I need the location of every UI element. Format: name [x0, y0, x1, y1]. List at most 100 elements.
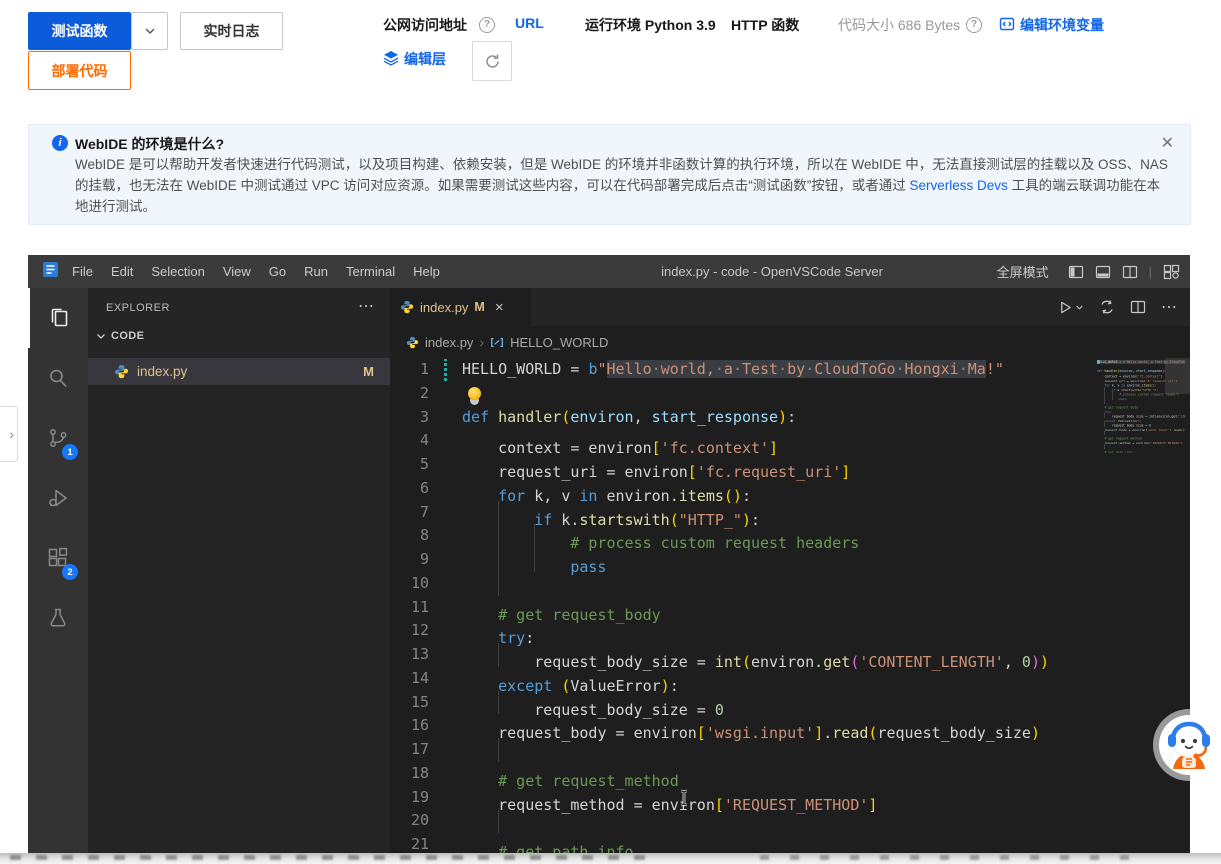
menu-go[interactable]: Go — [260, 255, 295, 288]
line-number: 8 — [390, 524, 462, 548]
clipped-bottom-strip — [0, 853, 1221, 864]
workspace-section[interactable]: CODE — [94, 329, 144, 343]
extensions-badge: 2 — [62, 564, 78, 580]
menu-run[interactable]: Run — [295, 255, 337, 288]
split-editor-icon[interactable] — [1130, 299, 1146, 315]
refresh-button[interactable] — [472, 41, 512, 81]
run-python-button[interactable] — [1058, 300, 1084, 315]
line-number: 20 — [390, 809, 462, 833]
code-size-help-icon[interactable]: ? — [966, 17, 982, 33]
test-function-button[interactable]: 测试函数 — [28, 12, 131, 50]
runtime-label: 运行环境 Python 3.9 — [585, 15, 716, 35]
menu-edit[interactable]: Edit — [102, 255, 142, 288]
menu-view[interactable]: View — [214, 255, 260, 288]
support-mascot[interactable] — [1151, 707, 1221, 783]
tab-close-icon[interactable]: × — [495, 299, 504, 316]
explorer-more-actions[interactable]: ⋯ — [358, 296, 374, 316]
explorer-activity-button[interactable] — [28, 288, 88, 348]
menu-selection[interactable]: Selection — [142, 255, 213, 288]
drawer-expand-button[interactable]: › — [0, 406, 18, 462]
breadcrumb-symbol[interactable]: HELLO_WORLD — [510, 335, 608, 350]
open-changes-icon[interactable] — [1099, 299, 1115, 315]
minimap-line: # get path info — [1097, 449, 1185, 453]
extensions-activity-button[interactable]: 2 — [28, 528, 88, 588]
webide-window: FileEditSelectionViewGoRunTerminalHelp i… — [28, 255, 1190, 864]
file-item-indexpy[interactable]: index.py M — [88, 358, 390, 385]
editor-more-actions[interactable]: ⋯ — [1161, 297, 1178, 317]
code-line[interactable]: 14except (ValueError): — [390, 667, 1190, 691]
fullscreen-mode-button[interactable]: 全屏模式 — [997, 262, 1049, 281]
code-line[interactable]: 13request_body_size = int(environ.get('C… — [390, 643, 1190, 667]
line-number: 4 — [390, 429, 462, 453]
files-icon — [47, 306, 71, 330]
code-line[interactable]: 17 — [390, 738, 1190, 762]
menu-terminal[interactable]: Terminal — [337, 255, 404, 288]
code-line[interactable]: 9pass — [390, 548, 1190, 572]
minimap[interactable]: HELLO_WORLD = b"Hello world, a Test by C… — [1097, 360, 1185, 620]
code-line[interactable]: 4context = environ['fc.context'] — [390, 429, 1190, 453]
line-number: 16 — [390, 714, 462, 738]
code-lines: 1HELLO_WORLD = b"Hello·world,·a·Test·by·… — [390, 358, 1190, 857]
line-number: 9 — [390, 548, 462, 572]
code-line[interactable]: 12try: — [390, 619, 1190, 643]
run-debug-icon — [46, 486, 70, 510]
code-line[interactable]: 15request_body_size = 0 — [390, 691, 1190, 715]
code-line[interactable]: 3def handler(environ, start_response): — [390, 406, 1190, 430]
code-line[interactable]: 8# process custom request headers — [390, 524, 1190, 548]
editor-actions: ⋯ — [1058, 288, 1178, 326]
menu-file[interactable]: File — [63, 255, 102, 288]
code-line[interactable]: 5request_uri = environ['fc.request_uri'] — [390, 453, 1190, 477]
python-file-icon — [114, 364, 129, 379]
banner-title: WebIDE 的环境是什么? — [75, 134, 224, 154]
vscode-logo-icon — [42, 261, 59, 283]
line-number: 12 — [390, 619, 462, 643]
code-line[interactable]: 6for k, v in environ.items(): — [390, 477, 1190, 501]
explorer-sidebar: EXPLORER ⋯ CODE index.py M — [88, 288, 390, 864]
code-line[interactable]: 18# get request_method — [390, 762, 1190, 786]
run-debug-activity-button[interactable] — [28, 468, 88, 528]
line-number: 19 — [390, 786, 462, 810]
breadcrumb: index.py › HELLO_WORLD — [390, 326, 1190, 358]
line-number: 6 — [390, 477, 462, 501]
tab-indexpy[interactable]: index.py M × — [390, 288, 531, 326]
realtime-logs-button[interactable]: 实时日志 — [180, 12, 283, 50]
breadcrumb-file[interactable]: index.py — [425, 335, 473, 350]
code-line[interactable]: 10 — [390, 572, 1190, 596]
symbol-variable-icon — [490, 336, 504, 349]
code-line[interactable]: 2 — [390, 382, 1190, 406]
code-line[interactable]: 11# get request_body — [390, 596, 1190, 620]
public-url-help-icon[interactable]: ? — [479, 17, 495, 33]
file-modified-badge: M — [363, 364, 374, 379]
code-line[interactable]: 16request_body = environ['wsgi.input'].r… — [390, 714, 1190, 738]
test-function-dropdown-button[interactable] — [131, 12, 168, 50]
url-link[interactable]: URL — [515, 15, 544, 31]
editor-scrollbar[interactable] — [1165, 358, 1190, 394]
line-number: 15 — [390, 691, 462, 715]
window-title: index.py - code - OpenVSCode Server — [661, 264, 883, 279]
info-icon: i — [52, 135, 68, 151]
code-line[interactable]: 20 — [390, 809, 1190, 833]
toggle-panel-icon[interactable] — [1095, 264, 1111, 280]
line-number: 2 — [390, 382, 462, 406]
deploy-code-button[interactable]: 部署代码 — [28, 51, 131, 90]
edit-layer-link[interactable]: 编辑层 — [404, 49, 446, 69]
public-url-label: 公网访问地址 — [383, 15, 467, 35]
customize-layout-icon[interactable] — [1163, 264, 1180, 280]
line-number: 5 — [390, 453, 462, 477]
code-line[interactable]: 7if k.startswith("HTTP_"): — [390, 501, 1190, 525]
serverless-devs-link[interactable]: Serverless Devs — [910, 178, 1008, 193]
run-icon — [1058, 300, 1073, 315]
split-editor-icon[interactable] — [1122, 264, 1138, 280]
code-line[interactable]: 19request_method = environ['REQUEST_METH… — [390, 786, 1190, 810]
menu-help[interactable]: Help — [404, 255, 449, 288]
code-editor[interactable]: 1HELLO_WORLD = b"Hello·world,·a·Test·by·… — [390, 358, 1190, 864]
source-control-activity-button[interactable]: 1 — [28, 408, 88, 468]
banner-close-icon[interactable]: ✕ — [1161, 133, 1174, 153]
code-line[interactable]: 1HELLO_WORLD = b"Hello·world,·a·Test·by·… — [390, 358, 1190, 382]
search-activity-button[interactable] — [28, 348, 88, 408]
ide-titlebar: FileEditSelectionViewGoRunTerminalHelp i… — [28, 255, 1190, 288]
lightbulb-icon[interactable] — [468, 387, 481, 400]
edit-env-vars-link[interactable]: 编辑环境变量 — [1020, 15, 1104, 35]
toggle-sidebar-icon[interactable] — [1068, 264, 1084, 280]
testing-activity-button[interactable] — [28, 588, 88, 648]
